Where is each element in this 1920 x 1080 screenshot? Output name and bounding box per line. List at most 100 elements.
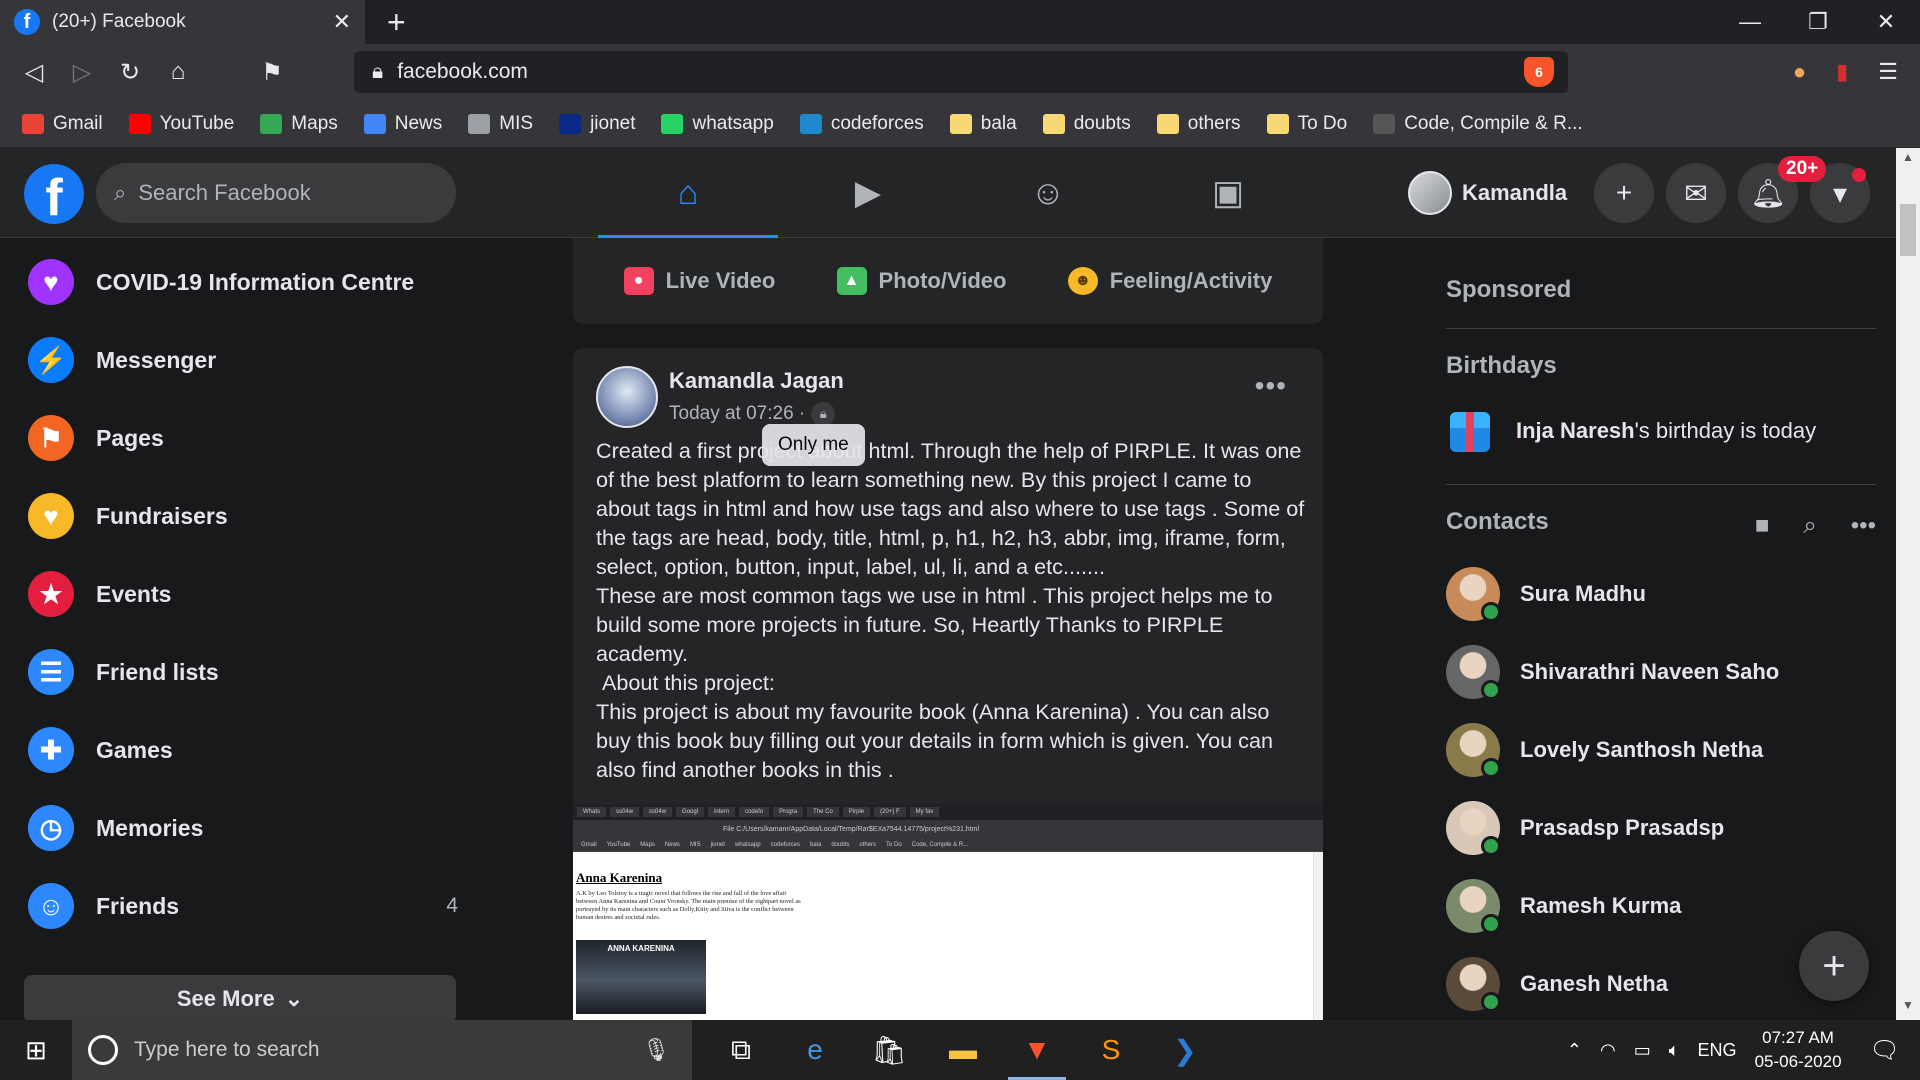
extension-flag-icon[interactable]: ▮ xyxy=(1836,59,1848,85)
minimize-icon[interactable]: — xyxy=(1716,0,1784,44)
sidebar-item[interactable]: ♥ Fundraisers xyxy=(28,486,458,546)
microphone-icon[interactable]: 🎙︎ xyxy=(642,1037,670,1063)
live-video-button[interactable]: ● Live Video xyxy=(623,267,776,295)
sidebar-item[interactable]: ⚡ Messenger xyxy=(28,330,458,390)
birthday-notice[interactable]: Inja Naresh's birthday is today xyxy=(1516,418,1816,444)
volume-icon[interactable]: 🔈︎ xyxy=(1669,1040,1680,1061)
contact-item[interactable]: Ramesh Kurma xyxy=(1446,876,1681,936)
battery-icon[interactable]: ▭ xyxy=(1634,1040,1651,1061)
main-nav: ⌂ ▶︎ ☺ ▣ xyxy=(598,148,1318,239)
new-message-icon[interactable]: + xyxy=(1799,931,1869,1001)
post-more-options-icon[interactable]: ••• xyxy=(1255,370,1287,402)
sidebar-item[interactable]: ◷ Memories xyxy=(28,798,458,858)
sidebar-item[interactable]: ♥ COVID-19 Information Centre xyxy=(28,252,458,312)
taskbar-clock[interactable]: 07:27 AM 05-06-2020 xyxy=(1755,1026,1842,1074)
home-icon[interactable]: ⌂ xyxy=(154,44,202,100)
facebook-search-input[interactable]: ⌕ Search Facebook xyxy=(96,163,456,223)
scroll-down-icon[interactable]: ▼ xyxy=(1896,998,1920,1018)
bookmark-item[interactable]: To Do xyxy=(1266,113,1347,135)
image-bookmark: whatsapp xyxy=(734,841,761,848)
feeling-activity-button[interactable]: ☻ Feeling/Activity xyxy=(1067,267,1273,295)
bookmark-item[interactable]: MIS xyxy=(468,113,533,135)
file-explorer-icon[interactable]: ▬ xyxy=(926,1020,1000,1080)
close-tab-icon[interactable]: ✕ xyxy=(333,9,351,35)
contact-item[interactable]: Lovely Santhosh Netha xyxy=(1446,720,1763,780)
facebook-logo-icon[interactable]: f xyxy=(24,164,84,224)
action-center-icon[interactable]: 🗨︎ xyxy=(1870,1036,1900,1065)
brave-browser-icon[interactable]: ▼ xyxy=(1000,1020,1074,1080)
chevron-down-icon: ⌄ xyxy=(284,986,304,1011)
sublime-text-icon[interactable]: S xyxy=(1074,1020,1148,1080)
scrollbar-thumb[interactable] xyxy=(1900,204,1916,256)
edge-icon[interactable]: e xyxy=(778,1020,852,1080)
taskbar-search-input[interactable]: Type here to search 🎙︎ xyxy=(72,1020,692,1080)
restore-icon[interactable]: ❐ xyxy=(1784,0,1852,44)
bookmark-item[interactable]: codeforces xyxy=(799,113,924,135)
bookmark-item[interactable]: Gmail xyxy=(22,113,103,135)
browser-menu-icon[interactable]: ☰ xyxy=(1878,59,1898,85)
powershell-icon[interactable]: ❯ xyxy=(1148,1020,1222,1080)
tray-chevron-up-icon[interactable]: ⌃ xyxy=(1567,1040,1582,1061)
nav-home-icon[interactable]: ⌂ xyxy=(598,148,778,239)
live-video-label: Live Video xyxy=(665,268,776,293)
contact-item[interactable]: Ganesh Netha xyxy=(1446,954,1668,1014)
account-alert-dot xyxy=(1852,168,1866,182)
contacts-search-icon[interactable]: ⌕ xyxy=(1803,512,1816,540)
bookmark-item[interactable]: Code, Compile & R... xyxy=(1373,113,1583,135)
feeling-activity-label: Feeling/Activity xyxy=(1109,268,1273,293)
sidebar-item[interactable]: ☰ Friend lists xyxy=(28,642,458,702)
bookmark-icon[interactable]: ⚑ xyxy=(248,44,296,100)
contact-item[interactable]: Prasadsp Prasadsp xyxy=(1446,798,1724,858)
sidebar-item[interactable]: ☺ Friends 4 xyxy=(28,876,458,936)
contacts-more-icon[interactable]: ••• xyxy=(1851,512,1876,540)
forward-icon[interactable]: ▷ xyxy=(58,44,106,100)
photo-video-button[interactable]: ▲ Photo/Video xyxy=(836,267,1006,295)
browser-tab-facebook[interactable]: f (20+) Facebook ✕ xyxy=(0,0,365,44)
url-bar[interactable]: 🔒︎ facebook.com 6 xyxy=(354,51,1568,93)
nav-groups-icon[interactable]: ☺ xyxy=(958,148,1138,238)
task-view-icon[interactable]: ⧉ xyxy=(704,1020,778,1080)
windows-start-icon[interactable]: ⊞ xyxy=(0,1020,72,1080)
sidebar-item[interactable]: ★ Events xyxy=(28,564,458,624)
post-timestamp: Today at 07:26 · 🔒︎ xyxy=(669,402,836,426)
profile-name: Kamandla xyxy=(1462,180,1568,205)
post-author-avatar[interactable] xyxy=(596,366,658,428)
sidebar-item[interactable]: ✚ Games xyxy=(28,720,458,780)
see-more-button[interactable]: See More ⌄ xyxy=(24,975,456,1023)
privacy-lock-icon[interactable]: 🔒︎ xyxy=(811,402,836,426)
new-tab-icon[interactable]: + xyxy=(387,4,406,41)
bookmark-item[interactable]: others xyxy=(1156,113,1241,135)
bookmark-item[interactable]: whatsapp xyxy=(661,113,774,135)
page-scrollbar[interactable]: ▲ ▼ xyxy=(1896,148,1920,1020)
post-image-screenshot[interactable]: Whats ss04w ss04w Googl intern codefo Progra Th… xyxy=(573,804,1323,1020)
nav-gaming-icon[interactable]: ▣ xyxy=(1138,148,1318,238)
divider xyxy=(1446,484,1876,485)
contact-item[interactable]: Sura Madhu xyxy=(1446,564,1646,624)
post-author-name[interactable]: Kamandla Jagan xyxy=(669,368,844,394)
bookmark-item[interactable]: News xyxy=(363,113,442,135)
nav-watch-icon[interactable]: ▶︎ xyxy=(778,148,958,238)
wifi-icon[interactable]: ◠ xyxy=(1600,1040,1616,1061)
profile-chip[interactable]: Kamandla xyxy=(1408,170,1567,216)
bookmark-item[interactable]: doubts xyxy=(1042,113,1131,135)
store-icon[interactable]: 🛍︎ xyxy=(852,1020,926,1080)
back-icon[interactable]: ◁ xyxy=(10,44,58,100)
messenger-icon: ⚡ xyxy=(28,337,74,383)
bookmark-item[interactable]: jionet xyxy=(559,113,635,135)
video-room-icon[interactable]: ■ xyxy=(1755,512,1770,540)
create-plus-icon[interactable]: + xyxy=(1594,163,1654,223)
brave-shield-icon[interactable]: 6 xyxy=(1524,57,1554,87)
post-time-text[interactable]: Today at 07:26 · xyxy=(669,403,805,425)
contact-item[interactable]: Shivarathri Naveen Saho xyxy=(1446,642,1779,702)
extension-icon[interactable]: ● xyxy=(1793,59,1806,85)
reload-icon[interactable]: ↻ xyxy=(106,44,154,100)
bookmark-item[interactable]: Maps xyxy=(260,113,338,135)
language-indicator[interactable]: ENG xyxy=(1698,1040,1737,1061)
scroll-up-icon[interactable]: ▲ xyxy=(1896,150,1920,170)
close-window-icon[interactable]: ✕ xyxy=(1852,0,1920,44)
bookmark-item[interactable]: YouTube xyxy=(128,113,234,135)
sidebar-item[interactable]: ⚑ Pages xyxy=(28,408,458,468)
bookmark-item[interactable]: bala xyxy=(949,113,1017,135)
avatar xyxy=(1408,171,1452,215)
messenger-icon[interactable]: ✉ xyxy=(1666,163,1726,223)
